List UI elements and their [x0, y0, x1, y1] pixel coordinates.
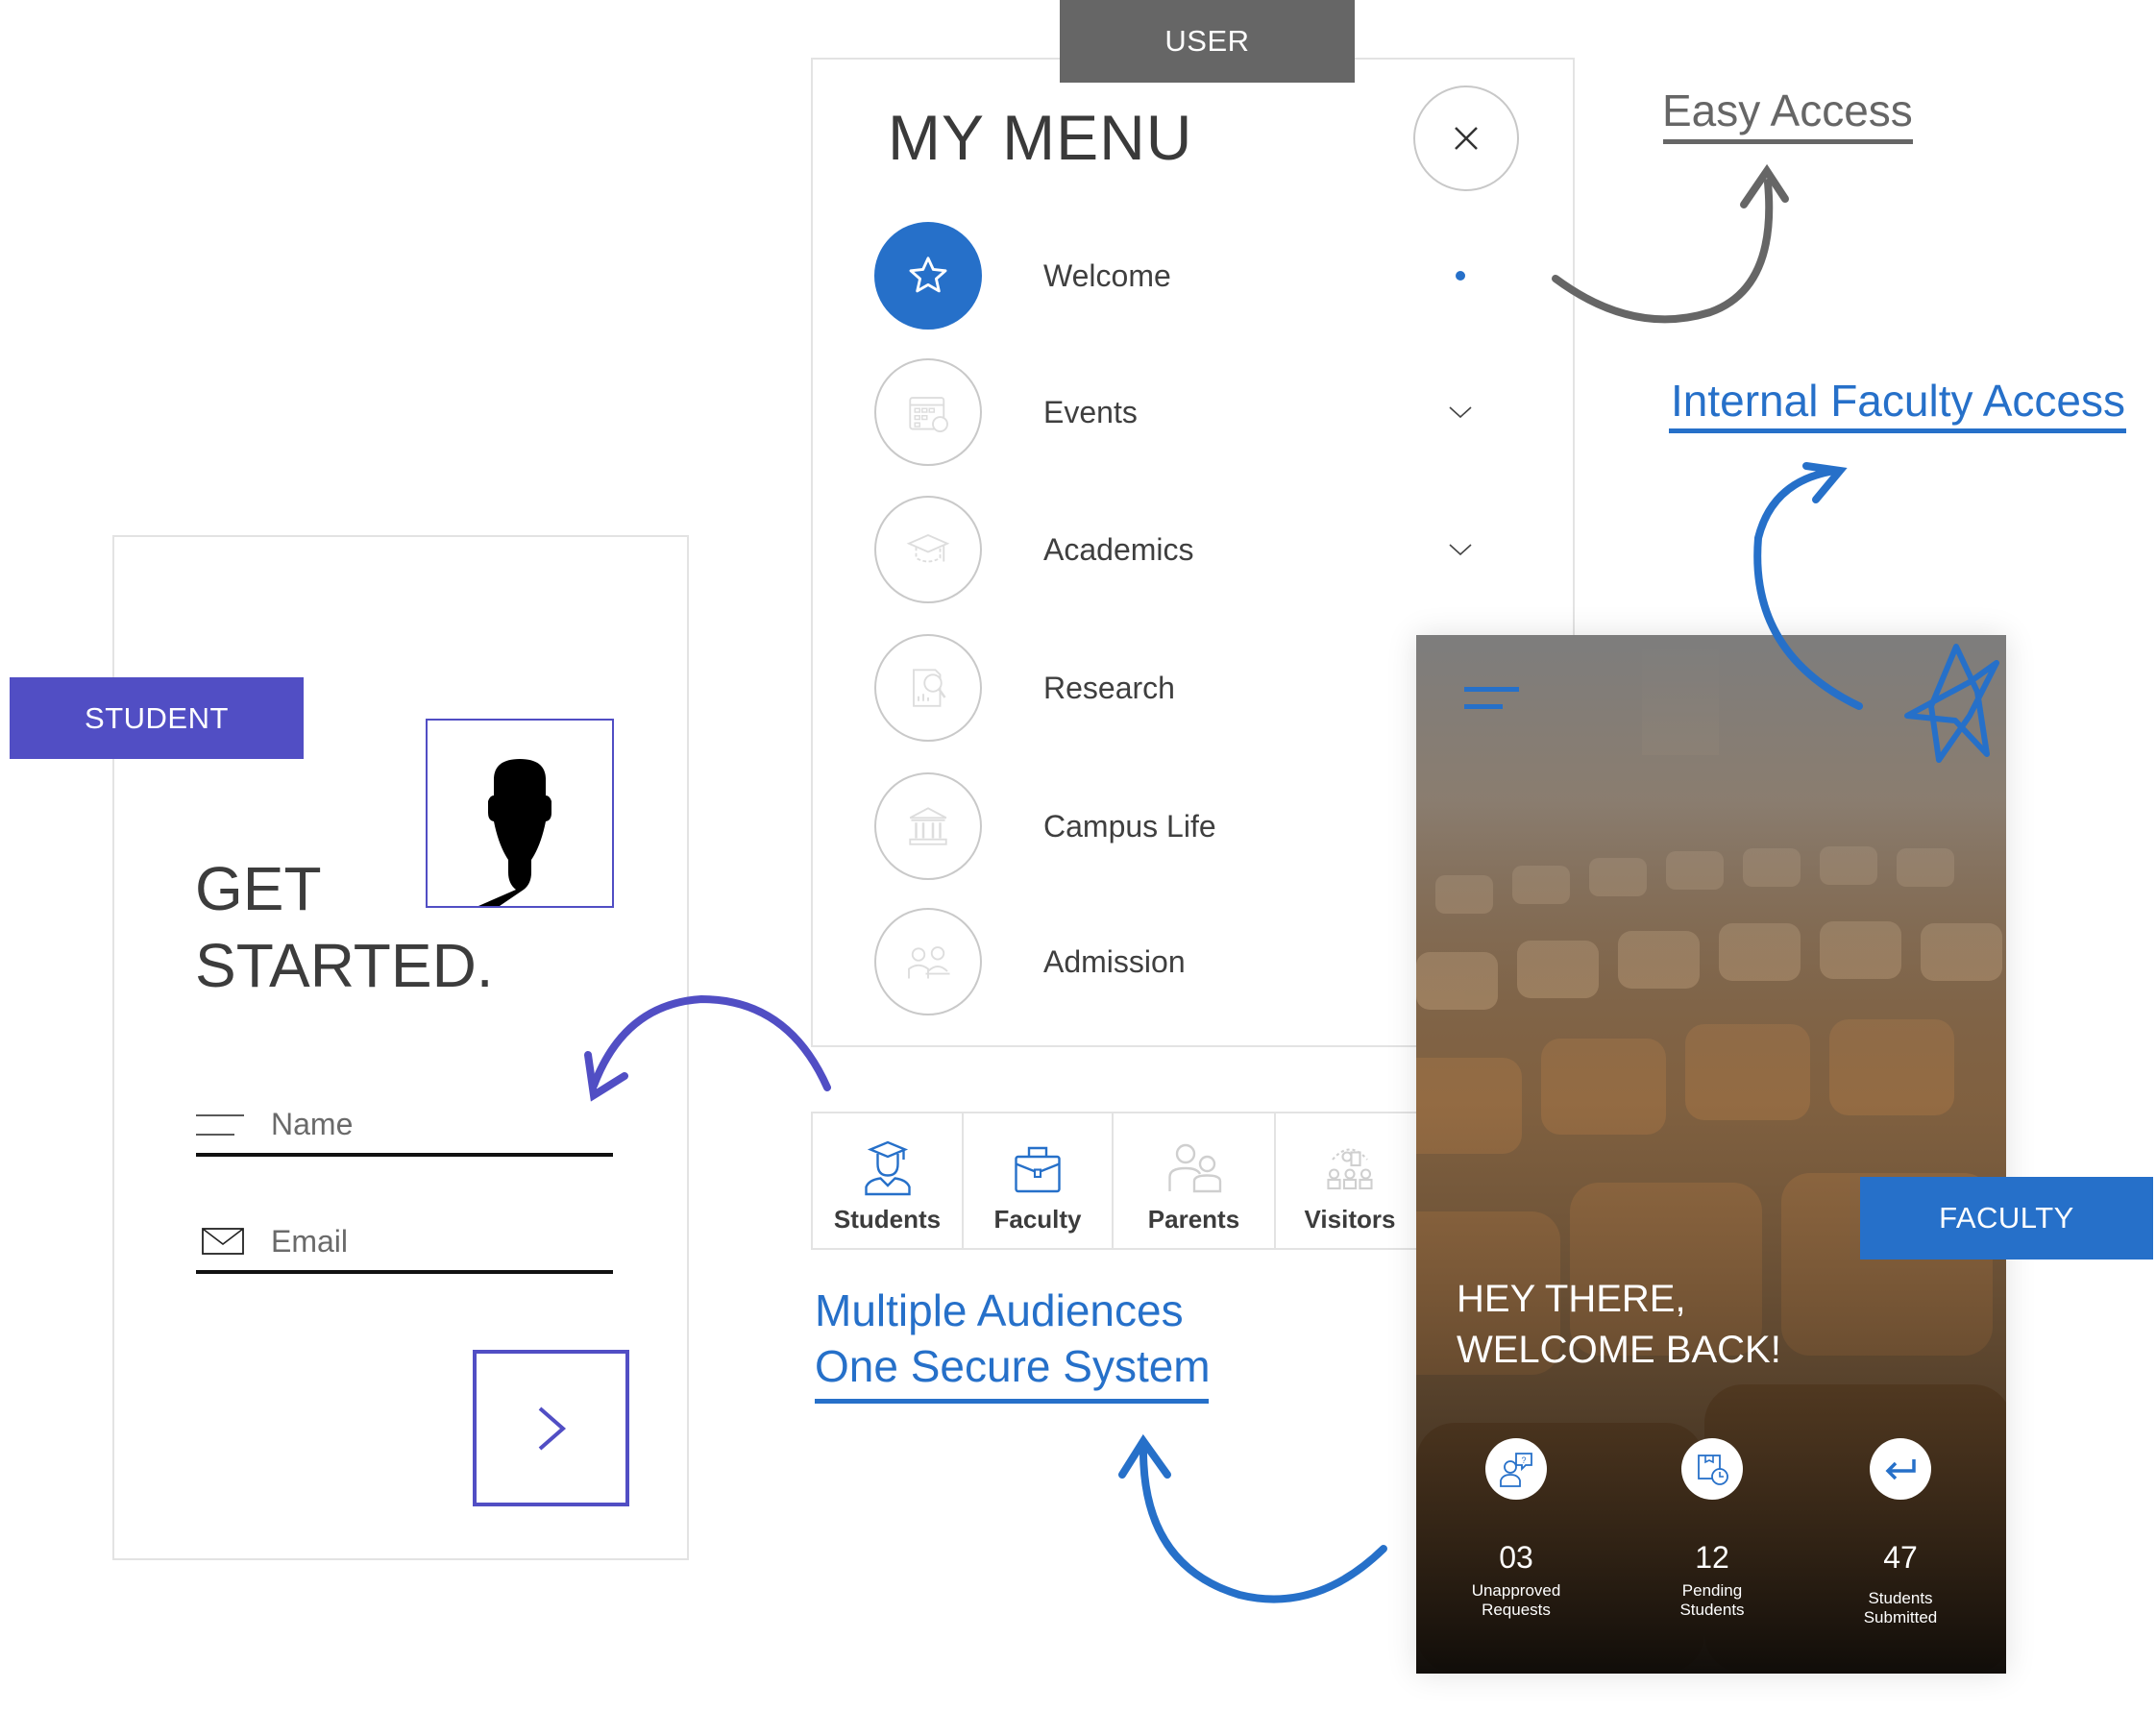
- hamburger-menu-button[interactable]: [1464, 683, 1522, 717]
- greeting-line: HEY THERE,: [1457, 1278, 1686, 1320]
- menu-item-label: Welcome: [1043, 257, 1171, 293]
- star-icon: [909, 257, 947, 293]
- menu-item-admission[interactable]: Admission: [874, 907, 1508, 1016]
- menu-item-label: Campus Life: [1043, 808, 1216, 844]
- menu-item-label: Research: [1043, 670, 1175, 705]
- stat-icon-circle: [1870, 1438, 1931, 1500]
- graduate-student-icon: [864, 1140, 911, 1196]
- callout-line: One Secure System: [815, 1341, 1211, 1391]
- svg-text:?: ?: [1521, 1455, 1526, 1465]
- stat-label: Students Submitted: [1864, 1589, 1938, 1627]
- audience-parents[interactable]: Parents: [1114, 1113, 1276, 1248]
- menu-item-academics[interactable]: Academics: [874, 495, 1508, 604]
- name-placeholder: Name: [271, 1106, 354, 1141]
- chevron-right-icon: [538, 1406, 566, 1451]
- return-arrow-icon: [1885, 1459, 1916, 1480]
- audience-label: Parents: [1147, 1205, 1240, 1234]
- menu-title: MY MENU: [888, 102, 1193, 173]
- close-button[interactable]: [1413, 86, 1519, 191]
- easy-access-callout: Easy Access: [1662, 86, 1913, 135]
- active-dot-indicator: [1456, 271, 1465, 281]
- stat-icon-circle: [1681, 1438, 1743, 1500]
- multiple-audiences-callout: Multiple Audiences One Secure System: [815, 1283, 1211, 1394]
- arrow-to-easy-access: [1552, 163, 1789, 324]
- heading-line: STARTED.: [195, 931, 494, 1000]
- student-tag: STUDENT: [10, 677, 304, 759]
- visitors-icon: [1327, 1148, 1373, 1190]
- callout-underline: [1663, 139, 1913, 144]
- menu-item-research[interactable]: Research: [874, 633, 1508, 743]
- audience-label: Students: [833, 1205, 942, 1234]
- menu-icon-circle: [874, 634, 982, 742]
- stat-label-line: Requests: [1482, 1601, 1551, 1619]
- menu-item-label: Admission: [1043, 943, 1186, 979]
- stat-label-line: Students: [1679, 1601, 1745, 1619]
- faculty-app-screen: HEY THERE, WELCOME BACK! ? 03 Unapproved…: [1416, 635, 2006, 1674]
- menu-item-events[interactable]: Events: [874, 357, 1508, 467]
- welcome-greeting: HEY THERE, WELCOME BACK!: [1457, 1274, 1781, 1376]
- callout-underline: [815, 1399, 1209, 1404]
- arrow-to-multiple-audiences: [1118, 1433, 1387, 1603]
- stat-pending-students[interactable]: 12 Pending Students: [1626, 1438, 1799, 1620]
- calendar-icon: [909, 397, 948, 432]
- research-report-icon: [913, 669, 946, 707]
- stat-label-line: Submitted: [1863, 1608, 1938, 1626]
- stat-label-line: Unapproved: [1471, 1581, 1561, 1600]
- get-started-heading: GET STARTED.: [195, 850, 494, 1004]
- chevron-down-icon[interactable]: [1448, 404, 1473, 420]
- admission-icon: [908, 946, 950, 979]
- audience-label: Faculty: [993, 1205, 1082, 1234]
- audience-faculty[interactable]: Faculty: [964, 1113, 1114, 1248]
- stat-label-line: Pending: [1681, 1581, 1743, 1600]
- user-tag: USER: [1060, 0, 1355, 83]
- callout-line: Multiple Audiences: [815, 1285, 1184, 1335]
- audience-selector: Students Faculty Parents Visitors: [811, 1112, 1426, 1250]
- callout-underline: [1669, 428, 2126, 433]
- menu-icon-circle: [874, 222, 982, 330]
- email-placeholder: Email: [271, 1223, 349, 1259]
- parents-icon: [1167, 1143, 1221, 1193]
- internal-faculty-access-callout: Internal Faculty Access: [1671, 376, 2125, 426]
- stat-label: Pending Students: [1679, 1581, 1744, 1620]
- pending-clock-icon: [1698, 1455, 1728, 1485]
- envelope-icon: [202, 1228, 244, 1255]
- menu-item-campus-life[interactable]: Campus Life: [874, 771, 1508, 881]
- stat-label: Unapproved Requests: [1472, 1581, 1561, 1620]
- menu-item-label: Academics: [1043, 531, 1194, 567]
- hamburger-icon: [1464, 687, 1519, 709]
- name-field[interactable]: Name: [196, 1095, 613, 1157]
- stat-value: 03: [1499, 1540, 1533, 1575]
- stat-unapproved-requests[interactable]: ? 03 Unapproved Requests: [1430, 1438, 1603, 1620]
- audience-students[interactable]: Students: [813, 1113, 964, 1248]
- stat-value: 47: [1883, 1540, 1918, 1575]
- menu-icon-circle: [874, 908, 982, 1015]
- next-button[interactable]: [473, 1350, 629, 1506]
- faculty-tag: FACULTY: [1860, 1177, 2153, 1260]
- close-icon: [1455, 127, 1478, 150]
- menu-icon-circle: [874, 772, 982, 880]
- graduation-cap-icon: [906, 533, 950, 563]
- chevron-down-icon[interactable]: [1448, 542, 1473, 557]
- menu-icon-circle: [874, 496, 982, 603]
- audience-visitors[interactable]: Visitors: [1276, 1113, 1424, 1248]
- menu-item-label: Events: [1043, 394, 1138, 429]
- briefcase-icon: [1015, 1146, 1061, 1193]
- text-lines-icon: [196, 1114, 244, 1136]
- greeting-line: WELCOME BACK!: [1457, 1329, 1781, 1371]
- stat-icon-circle: ?: [1485, 1438, 1547, 1500]
- menu-item-welcome[interactable]: Welcome: [874, 221, 1508, 330]
- email-field[interactable]: Email: [196, 1212, 613, 1274]
- campus-building-icon: [909, 807, 947, 845]
- audience-label: Visitors: [1304, 1205, 1396, 1234]
- stat-label-line: Students: [1868, 1589, 1933, 1607]
- stat-value: 12: [1695, 1540, 1729, 1575]
- heading-line: GET: [195, 854, 322, 923]
- menu-icon-circle: [874, 358, 982, 466]
- stat-students-submitted[interactable]: 47 Students Submitted: [1814, 1438, 1987, 1627]
- request-question-icon: ?: [1500, 1453, 1532, 1487]
